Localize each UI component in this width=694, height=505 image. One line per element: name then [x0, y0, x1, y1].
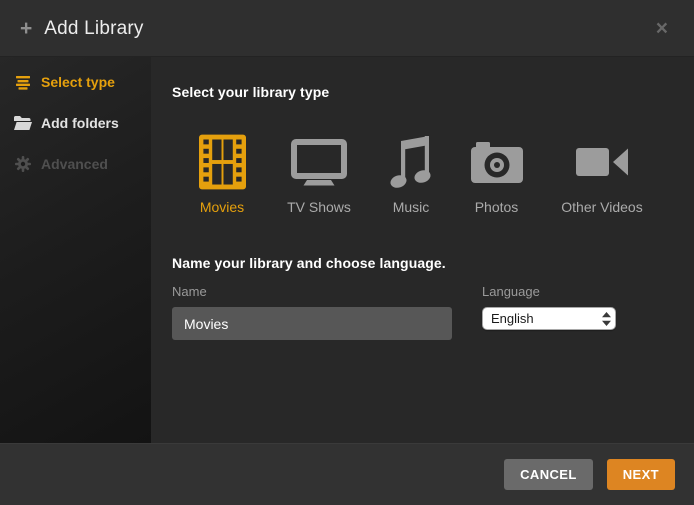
name-language-fields: Name Language English — [172, 284, 694, 340]
sidebar-item-label: Advanced — [41, 156, 108, 172]
next-button[interactable]: NEXT — [607, 459, 675, 490]
library-type-label: Photos — [475, 199, 519, 215]
language-selected-value: English — [491, 311, 602, 326]
library-type-label: Music — [393, 199, 430, 215]
video-camera-icon — [576, 132, 628, 192]
library-type-row: Movies TV Shows — [172, 132, 694, 215]
language-field-label: Language — [482, 284, 622, 299]
sidebar-item-label: Select type — [41, 74, 115, 90]
sidebar-item-advanced[interactable]: Advanced — [0, 143, 151, 184]
library-type-label: TV Shows — [287, 199, 351, 215]
cancel-button[interactable]: CANCEL — [504, 459, 593, 490]
language-select[interactable]: English — [482, 307, 616, 330]
add-library-dialog: + Add Library × Select type — [0, 0, 694, 505]
library-type-music[interactable]: Music — [386, 132, 436, 215]
folder-icon — [14, 116, 32, 130]
library-type-photos[interactable]: Photos — [469, 132, 524, 215]
dialog-footer: CANCEL NEXT — [0, 443, 694, 505]
sidebar-item-select-type[interactable]: Select type — [0, 61, 151, 102]
language-field-group: Language English — [482, 284, 622, 340]
select-stepper-icon — [602, 312, 611, 326]
dialog-title: Add Library — [44, 18, 143, 40]
film-strip-icon — [199, 132, 246, 192]
sidebar-item-label: Add folders — [41, 115, 119, 131]
music-note-icon — [389, 132, 433, 192]
plus-icon: + — [20, 18, 32, 39]
tv-icon — [291, 132, 347, 192]
library-name-input[interactable] — [172, 307, 452, 340]
close-icon[interactable]: × — [650, 14, 674, 43]
library-type-label: Other Videos — [561, 199, 642, 215]
gear-icon — [14, 156, 32, 172]
library-type-movies[interactable]: Movies — [192, 132, 252, 215]
library-type-tv-shows[interactable]: TV Shows — [285, 132, 353, 215]
library-type-label: Movies — [200, 199, 244, 215]
dialog-header: + Add Library × — [0, 0, 694, 57]
list-type-icon — [14, 74, 32, 90]
library-type-other-videos[interactable]: Other Videos — [557, 132, 647, 215]
wizard-steps-sidebar: Select type Add folders — [0, 57, 151, 443]
camera-icon — [471, 132, 523, 192]
sidebar-item-add-folders[interactable]: Add folders — [0, 102, 151, 143]
name-field-label: Name — [172, 284, 452, 299]
dialog-main-panel: Select your library type — [151, 57, 694, 443]
dialog-body: Select type Add folders — [0, 57, 694, 443]
type-section-title: Select your library type — [172, 84, 694, 100]
name-field-group: Name — [172, 284, 452, 340]
name-section-title: Name your library and choose language. — [172, 255, 694, 271]
